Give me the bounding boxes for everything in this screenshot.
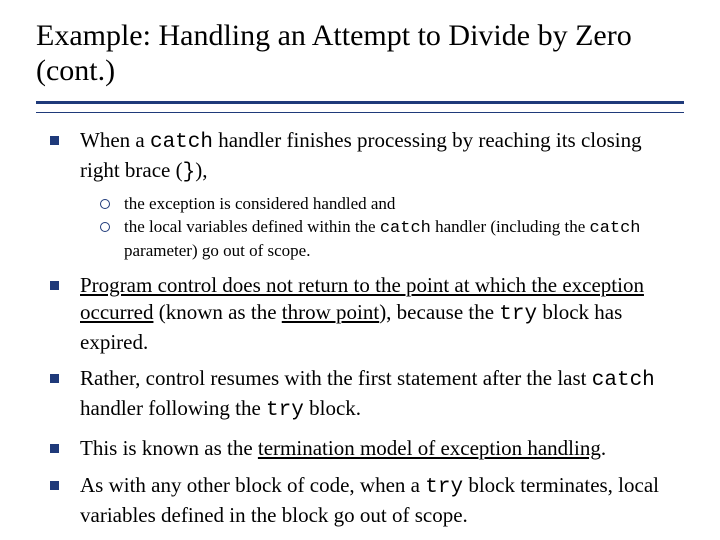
underlined-text: throw point [282, 300, 379, 324]
bullet-4: This is known as the termination model o… [46, 435, 680, 462]
underlined-text: termination model of exception handling [258, 436, 601, 460]
text: handler (including the [431, 217, 590, 236]
title-rule-thick [36, 101, 684, 104]
sub-bullet-2: the local variables defined within the c… [94, 216, 680, 262]
text: parameter) go out of scope. [124, 241, 310, 260]
code: } [183, 161, 196, 184]
code: catch [592, 369, 655, 392]
slide-title: Example: Handling an Attempt to Divide b… [36, 18, 684, 89]
slide: Example: Handling an Attempt to Divide b… [0, 0, 720, 540]
text: block. [304, 396, 361, 420]
code: catch [380, 219, 431, 238]
text: handler following the [80, 396, 266, 420]
text: ), [195, 158, 207, 182]
text: ), because the [379, 300, 499, 324]
text: (known as the [153, 300, 281, 324]
bullet-1: When a catch handler finishes processing… [46, 127, 680, 262]
bullet-3: Rather, control resumes with the first s… [46, 365, 680, 425]
bullet-list: When a catch handler finishes processing… [36, 127, 684, 529]
text: Rather, control resumes with the first s… [80, 366, 592, 390]
text: When a [80, 128, 150, 152]
text: As with any other block of code, when a [80, 473, 425, 497]
code: try [499, 303, 537, 326]
text: the exception is considered handled and [124, 194, 395, 213]
code: catch [150, 131, 213, 154]
bullet-5: As with any other block of code, when a … [46, 472, 680, 529]
bullet-2: Program control does not return to the p… [46, 272, 680, 356]
text: the local variables defined within the [124, 217, 380, 236]
code: try [425, 476, 463, 499]
title-rule-thin [36, 112, 684, 113]
code: try [266, 399, 304, 422]
text: This is known as the [80, 436, 258, 460]
sub-bullet-list: the exception is considered handled and … [80, 193, 680, 262]
code: catch [590, 219, 641, 238]
text: . [601, 436, 606, 460]
sub-bullet-1: the exception is considered handled and [94, 193, 680, 215]
